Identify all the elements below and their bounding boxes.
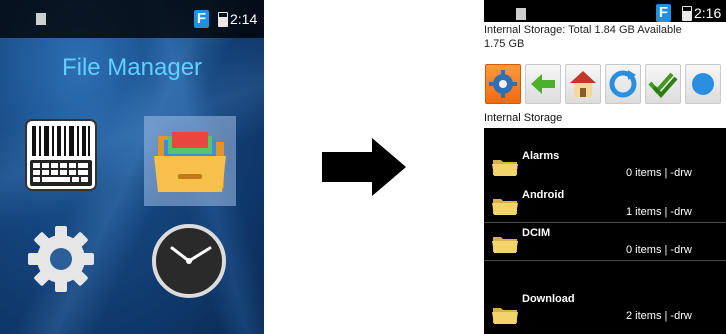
clock-icon: [152, 224, 226, 298]
f-app-badge: F: [656, 4, 671, 22]
list-item[interactable]: DCIM 0 items | -drw: [484, 221, 726, 261]
settings-app[interactable]: [24, 222, 98, 296]
folder-name: DCIM: [522, 227, 551, 239]
clock-app[interactable]: [150, 222, 228, 300]
right-phone-screen: F 2:16 Internal Storage: Total 1.84 GB A…: [484, 0, 726, 334]
page-title: File Manager: [61, 54, 203, 81]
back-arrow-icon: [531, 74, 555, 94]
file-manager-app[interactable]: [144, 116, 236, 206]
folder-name: Android: [522, 189, 565, 201]
list-item[interactable]: Android 1 items | -drw: [484, 183, 726, 223]
select-all-button[interactable]: [645, 64, 681, 104]
battery-icon: [682, 6, 692, 21]
file-manager-icon: [154, 132, 226, 192]
f-app-badge: F: [194, 10, 209, 28]
folder-icon: [492, 160, 518, 176]
status-time: 2:16: [694, 5, 722, 21]
notification-icon: [516, 8, 526, 20]
status-bar: F 2:14: [0, 0, 264, 38]
folder-meta: 1 items | -drw: [626, 206, 692, 218]
current-path: Internal Storage: [484, 112, 563, 124]
folder-icon: [492, 308, 518, 324]
folder-icon: [492, 237, 518, 253]
folder-meta: 0 items | -drw: [626, 244, 692, 256]
home-icon: [570, 71, 596, 97]
barcode-keyboard-app[interactable]: [24, 118, 98, 192]
settings-button[interactable]: [485, 64, 521, 104]
folder-name: Download: [522, 293, 575, 305]
toolbar: [484, 64, 726, 108]
info-icon: [692, 73, 714, 95]
refresh-button[interactable]: [605, 64, 641, 104]
refresh-icon: [609, 70, 637, 98]
folder-icon: [492, 199, 518, 215]
back-button[interactable]: [525, 64, 561, 104]
info-button[interactable]: [685, 64, 721, 104]
folder-meta: 2 items | -drw: [626, 310, 692, 322]
select-all-check-icon: [648, 72, 678, 99]
breadcrumb: Internal Storage: [484, 108, 726, 128]
settings-icon: [489, 70, 517, 98]
barcode-keyboard-icon: [25, 119, 97, 191]
list-item[interactable]: Alarms 0 items | -drw: [484, 144, 726, 184]
folder-meta: 0 items | -drw: [626, 167, 692, 179]
left-phone-screen: F 2:14 File Manager: [0, 0, 264, 334]
storage-info: Internal Storage: Total 1.84 GB Availabl…: [484, 22, 726, 66]
notification-icon: [36, 13, 46, 25]
list-item[interactable]: Download 2 items | -drw: [484, 286, 726, 334]
home-button[interactable]: [565, 64, 601, 104]
storage-total-text: Internal Storage: Total 1.84 GB Availabl…: [484, 24, 682, 36]
status-time: 2:14: [230, 11, 258, 27]
folder-name: Alarms: [522, 150, 560, 162]
settings-gear-icon: [28, 226, 94, 292]
storage-available-text: 1.75 GB: [484, 38, 525, 50]
battery-icon: [218, 12, 228, 27]
transition-arrow-icon: [322, 138, 406, 196]
